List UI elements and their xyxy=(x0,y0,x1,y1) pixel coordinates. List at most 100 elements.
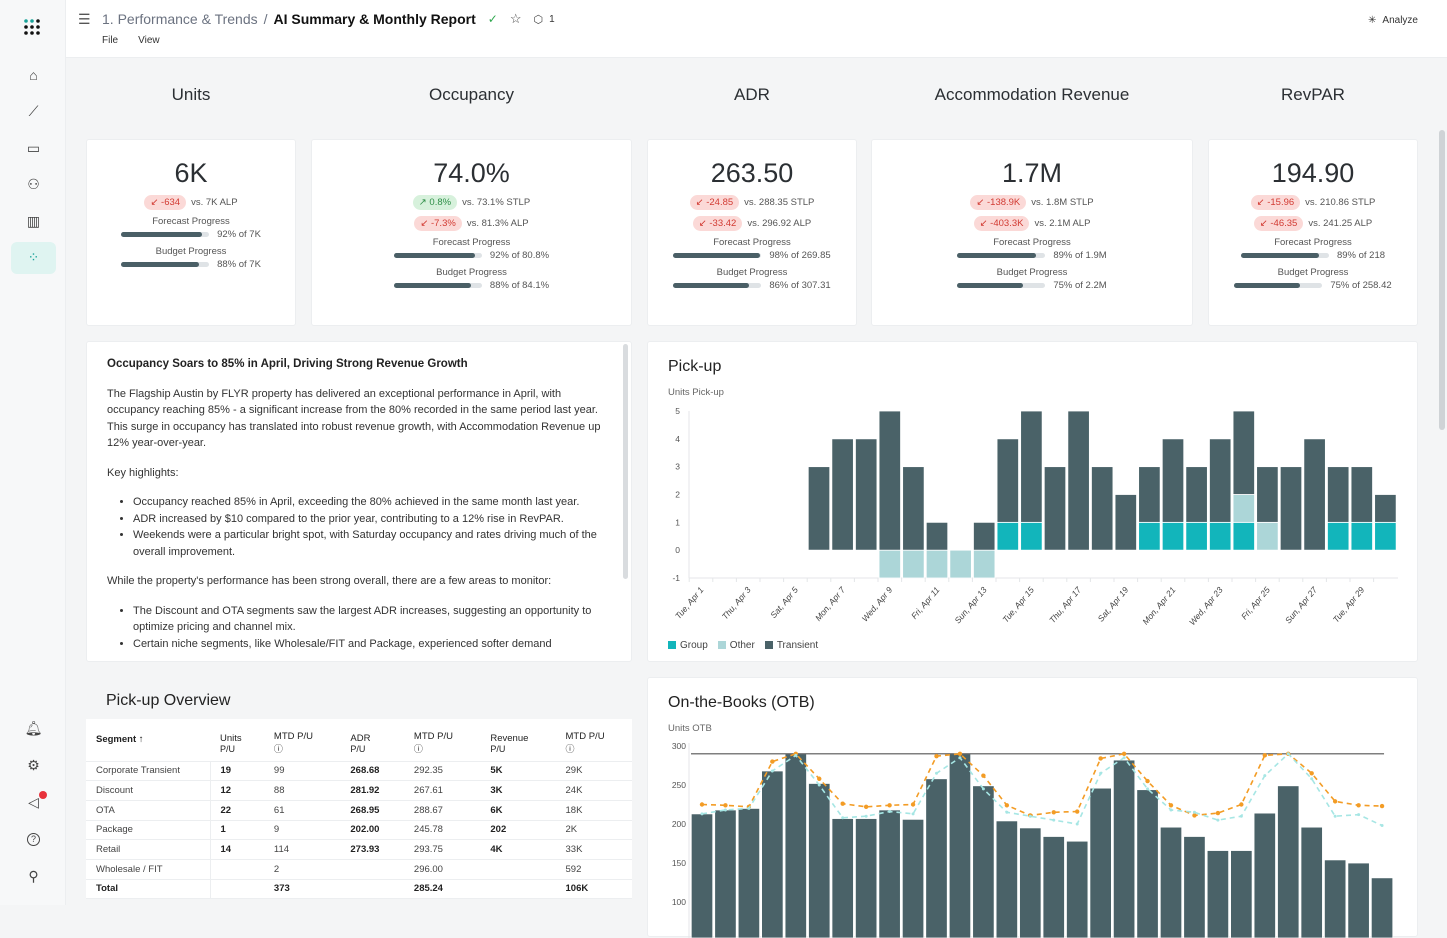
star-icon[interactable]: ☆ xyxy=(510,11,522,27)
arrow-down-left-icon: ↙ xyxy=(695,197,704,208)
bar-group xyxy=(1350,521,1373,551)
arrow-down-left-icon: ↙ xyxy=(976,197,985,208)
comparison-text: vs. 288.35 STLP xyxy=(744,197,815,208)
forecast-progress-bar xyxy=(1240,253,1329,258)
otb-line-point xyxy=(1356,803,1361,808)
table-cell: 4K xyxy=(480,839,556,860)
bar-transient xyxy=(1374,494,1397,523)
forecast-progress-label: Forecast Progress xyxy=(432,237,511,248)
comparison-text: vs. 7K ALP xyxy=(191,197,238,208)
otb-line-point xyxy=(699,802,705,807)
comparison-text: vs. 73.1% STLP xyxy=(462,197,531,208)
bar-group xyxy=(1374,521,1397,551)
delta-badge: ↙ -7.3% xyxy=(414,216,462,231)
otb-chart-panel: On-the-Books (OTB) Units OTB 100 150 200 25… xyxy=(647,677,1418,938)
budget-progress: 88% of 7K xyxy=(87,259,295,270)
bar-chart-nav-item[interactable]: ▥ xyxy=(11,205,56,237)
column-header[interactable]: Segment ↑ xyxy=(86,719,210,762)
users-icon: ⚇ xyxy=(27,176,40,192)
users-nav-item[interactable]: ⚇ xyxy=(11,169,56,201)
arrow-down-left-icon: ↙ xyxy=(1256,197,1265,208)
user-nav-item[interactable]: ⚲ xyxy=(11,860,56,892)
otb-line-point xyxy=(1121,751,1127,756)
otb-line-point xyxy=(1262,753,1267,758)
otb-bar xyxy=(1042,836,1065,938)
column-header[interactable]: MTD P/U ⓘ xyxy=(403,719,481,762)
column-header[interactable]: ADR P/U xyxy=(340,719,404,762)
hamburger-menu-icon[interactable]: ☰ xyxy=(78,11,91,28)
table-row[interactable]: Wholesale / FIT 2 296.00 592 xyxy=(86,859,632,880)
table-cell xyxy=(210,859,264,880)
table-row[interactable]: Corporate Transient 19 99 268.68 292.35 5K 29K xyxy=(86,761,632,782)
otb-bar xyxy=(972,785,995,938)
megaphone-nav-item[interactable]: ◁ xyxy=(11,786,56,818)
table-cell: 106K xyxy=(555,879,632,900)
budget-progress-label: Budget Progress xyxy=(996,267,1068,278)
tag-icon[interactable]: ⬡ xyxy=(534,13,544,26)
table-cell: Wholesale / FIT xyxy=(86,859,211,880)
legend-item-group[interactable]: Group xyxy=(668,640,708,651)
y-tick-label: 0 xyxy=(675,545,680,555)
table-row[interactable]: Package 1 9 202.00 245.78 202 2K xyxy=(86,820,632,841)
otb-line-point xyxy=(958,756,962,760)
x-tick-label: Sat, Apr 19 xyxy=(1096,585,1131,624)
bar-transient xyxy=(1043,466,1067,551)
otb-bar xyxy=(854,818,878,938)
otb-line-point xyxy=(863,804,869,810)
bell-icon: 🔔︎ xyxy=(24,719,43,736)
column-header[interactable]: Revenue P/U xyxy=(480,719,556,762)
otb-line-point xyxy=(817,783,821,787)
summary-scrollbar[interactable] xyxy=(623,344,628,579)
otb-bar xyxy=(1159,826,1183,938)
menu-file[interactable]: File xyxy=(102,35,118,46)
breadcrumb-parent[interactable]: 1. Performance & Trends xyxy=(102,11,258,27)
column-header[interactable]: MTD P/U ⓘ xyxy=(555,719,632,762)
breadcrumb: 1. Performance & Trends / AI Summary & M… xyxy=(102,11,555,27)
analyze-button[interactable]: ✳ Analyze xyxy=(1368,15,1418,26)
table-row[interactable]: Discount 12 88 281.92 267.61 3K 24K xyxy=(86,780,632,801)
page-scrollbar[interactable] xyxy=(1439,130,1445,430)
forecast-progress: 89% of 1.9M xyxy=(872,250,1192,261)
app-logo[interactable] xyxy=(23,18,43,38)
legend-item-other[interactable]: Other xyxy=(717,640,755,651)
bar-group xyxy=(1185,521,1208,551)
arrow-down-left-icon: ↙ xyxy=(150,197,159,208)
otb-chart: 100 150 200 250 300 xyxy=(672,741,1394,938)
bar-transient xyxy=(855,438,878,551)
otb-bar xyxy=(925,778,948,938)
column-header[interactable]: MTD P/U ⓘ xyxy=(263,719,341,762)
budget-progress: 75% of 2.2M xyxy=(872,280,1192,291)
table-cell: 99 xyxy=(263,761,341,782)
y-tick-label: 1 xyxy=(675,517,680,527)
otb-bar xyxy=(784,753,807,938)
otb-line-point xyxy=(888,810,892,814)
bell-nav-item[interactable]: 🔔︎ xyxy=(11,712,56,744)
otb-line-point xyxy=(1310,777,1314,781)
budget-progress-bar xyxy=(673,283,762,288)
otb-line-point xyxy=(1333,814,1337,818)
table-row[interactable]: Total 373 285.24 106K xyxy=(86,879,632,900)
otb-line-point xyxy=(1332,799,1338,804)
x-tick-label: Mon, Apr 21 xyxy=(1140,585,1177,627)
menu-view[interactable]: View xyxy=(138,35,160,46)
calendar-nav-item[interactable]: ▭ xyxy=(11,132,56,164)
otb-line-point xyxy=(1004,803,1010,808)
gear-nav-item[interactable]: ⚙ xyxy=(11,749,56,781)
table-cell: 18K xyxy=(555,800,632,821)
column-header[interactable]: Units P/U xyxy=(210,719,264,762)
budget-progress-label: Budget Progress xyxy=(155,246,227,257)
kpi-value: 6K xyxy=(174,158,208,188)
trend-nav-item[interactable]: ⟋ xyxy=(11,96,56,128)
otb-line-point xyxy=(957,751,963,756)
scatter-chart-nav-item[interactable]: ⁘ xyxy=(11,241,56,274)
help-nav-item[interactable]: ? xyxy=(11,823,56,855)
legend-item-transient[interactable]: Transient xyxy=(764,640,818,651)
table-cell: 268.95 xyxy=(340,800,404,821)
table-row[interactable]: Retail 14 114 273.93 293.75 4K 33K xyxy=(86,839,632,860)
home-nav-item[interactable]: ⌂ xyxy=(11,59,56,91)
bar-transient xyxy=(996,438,1019,523)
comparison-text: vs. 81.3% ALP xyxy=(466,218,529,229)
bar-transient xyxy=(1161,438,1185,523)
table-row[interactable]: OTA 22 61 268.95 288.67 6K 18K xyxy=(86,800,632,821)
kpi-comparison: ↙ -7.3% vs. 81.3% ALP xyxy=(312,216,631,231)
